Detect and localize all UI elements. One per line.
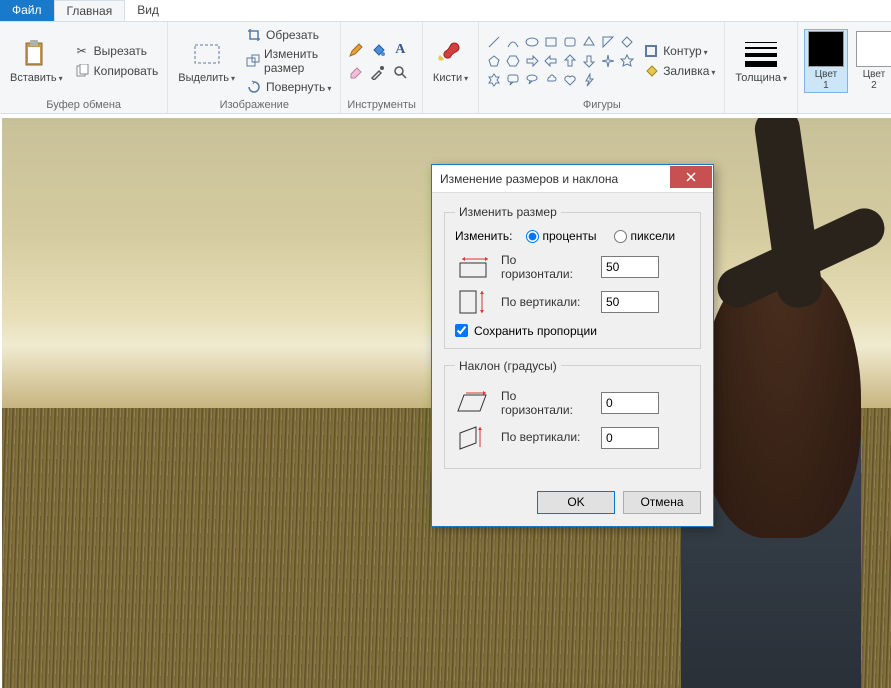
shape-heart[interactable] bbox=[561, 71, 579, 89]
tab-view[interactable]: Вид bbox=[125, 0, 171, 21]
tab-home[interactable]: Главная bbox=[54, 0, 126, 21]
picker-tool[interactable] bbox=[369, 63, 387, 81]
keep-ratio-check[interactable]: Сохранить пропорции bbox=[455, 324, 690, 338]
brush-icon bbox=[435, 38, 467, 70]
select-rect-icon bbox=[191, 38, 223, 70]
scissors-icon: ✂ bbox=[74, 43, 90, 59]
ribbon: Вставить ✂ Вырезать Копировать Буфер обм… bbox=[0, 22, 891, 114]
shape-callout-oval[interactable] bbox=[523, 71, 541, 89]
rotate-icon bbox=[246, 79, 262, 95]
shape-polygon[interactable] bbox=[580, 33, 598, 51]
group-shapes-label: Фигуры bbox=[485, 97, 718, 113]
bucket-icon bbox=[643, 63, 659, 79]
shape-arrow-l[interactable] bbox=[542, 52, 560, 70]
ok-button[interactable]: OK bbox=[537, 491, 615, 514]
skew-vert-input[interactable] bbox=[601, 427, 659, 449]
eraser-tool[interactable] bbox=[347, 63, 365, 81]
fill-button[interactable]: Заливка bbox=[640, 62, 718, 80]
outline-button[interactable]: Контур bbox=[640, 42, 718, 60]
shape-rect[interactable] bbox=[542, 33, 560, 51]
thickness-icon bbox=[745, 38, 777, 70]
thickness-button[interactable]: Толщина bbox=[731, 36, 791, 86]
resize-icon bbox=[246, 53, 260, 69]
resize-horiz-icon bbox=[455, 253, 491, 281]
shape-hexagon[interactable] bbox=[504, 52, 522, 70]
shape-lightning[interactable] bbox=[580, 71, 598, 89]
shape-callout-cloud[interactable] bbox=[542, 71, 560, 89]
group-tools-label: Инструменты bbox=[347, 97, 416, 113]
shape-diamond[interactable] bbox=[618, 33, 636, 51]
resize-vert-label: По вертикали: bbox=[501, 295, 591, 309]
shape-star6[interactable] bbox=[485, 71, 503, 89]
close-icon bbox=[686, 172, 696, 182]
shape-roundrect[interactable] bbox=[561, 33, 579, 51]
cancel-button[interactable]: Отмена bbox=[623, 491, 701, 514]
text-tool[interactable]: A bbox=[391, 41, 409, 59]
shape-star5[interactable] bbox=[618, 52, 636, 70]
shape-callout-rect[interactable] bbox=[504, 71, 522, 89]
skew-legend: Наклон (градусы) bbox=[455, 359, 561, 373]
copy-button[interactable]: Копировать bbox=[71, 62, 162, 80]
color1-button[interactable]: Цвет 1 bbox=[804, 29, 848, 93]
shape-pentagon[interactable] bbox=[485, 52, 503, 70]
skew-horiz-input[interactable] bbox=[601, 392, 659, 414]
resize-skew-dialog: Изменение размеров и наклона Изменить ра… bbox=[431, 164, 714, 527]
shape-oval[interactable] bbox=[523, 33, 541, 51]
rotate-button[interactable]: Повернуть bbox=[243, 78, 334, 96]
crop-icon bbox=[246, 27, 262, 43]
resize-vert-input[interactable] bbox=[601, 291, 659, 313]
resize-horiz-input[interactable] bbox=[601, 256, 659, 278]
skew-vert-label: По вертикали: bbox=[501, 430, 591, 444]
resize-button[interactable]: Изменить размер bbox=[243, 46, 334, 76]
shape-arrow-r[interactable] bbox=[523, 52, 541, 70]
shape-line[interactable] bbox=[485, 33, 503, 51]
by-label: Изменить: bbox=[455, 229, 512, 243]
crop-button[interactable]: Обрезать bbox=[243, 26, 334, 44]
close-button[interactable] bbox=[670, 166, 712, 188]
resize-vert-icon bbox=[455, 288, 491, 316]
shape-arrow-u[interactable] bbox=[561, 52, 579, 70]
color2-button[interactable]: Цвет 2 bbox=[852, 29, 891, 93]
clipboard-icon bbox=[20, 38, 52, 70]
shape-triangle[interactable] bbox=[599, 33, 617, 51]
paste-button[interactable]: Вставить bbox=[6, 36, 67, 86]
dialog-title-text: Изменение размеров и наклона bbox=[440, 172, 670, 186]
copy-icon bbox=[74, 63, 90, 79]
radio-pixels[interactable]: пиксели bbox=[614, 229, 675, 243]
skew-horiz-label: По горизонтали: bbox=[501, 389, 591, 418]
group-clipboard-label: Буфер обмена bbox=[6, 97, 161, 113]
skew-vert-icon bbox=[455, 424, 491, 452]
fill-tool[interactable] bbox=[369, 41, 387, 59]
shape-star4[interactable] bbox=[599, 52, 617, 70]
color2-swatch bbox=[856, 31, 891, 67]
outline-icon bbox=[643, 43, 659, 59]
magnifier-tool[interactable] bbox=[391, 63, 409, 81]
resize-horiz-label: По горизонтали: bbox=[501, 253, 591, 282]
color1-swatch bbox=[808, 31, 844, 67]
group-image-label: Изображение bbox=[174, 97, 334, 113]
tab-file[interactable]: Файл bbox=[0, 0, 54, 21]
resize-legend: Изменить размер bbox=[455, 205, 561, 219]
cut-button[interactable]: ✂ Вырезать bbox=[71, 42, 162, 60]
shapes-gallery[interactable] bbox=[485, 33, 636, 89]
pencil-tool[interactable] bbox=[347, 41, 365, 59]
radio-percent[interactable]: проценты bbox=[526, 229, 596, 243]
brushes-button[interactable]: Кисти bbox=[429, 36, 472, 86]
shape-curve[interactable] bbox=[504, 33, 522, 51]
shape-arrow-d[interactable] bbox=[580, 52, 598, 70]
dialog-titlebar[interactable]: Изменение размеров и наклона bbox=[432, 165, 713, 193]
skew-horiz-icon bbox=[455, 389, 491, 417]
select-button[interactable]: Выделить bbox=[174, 36, 239, 86]
